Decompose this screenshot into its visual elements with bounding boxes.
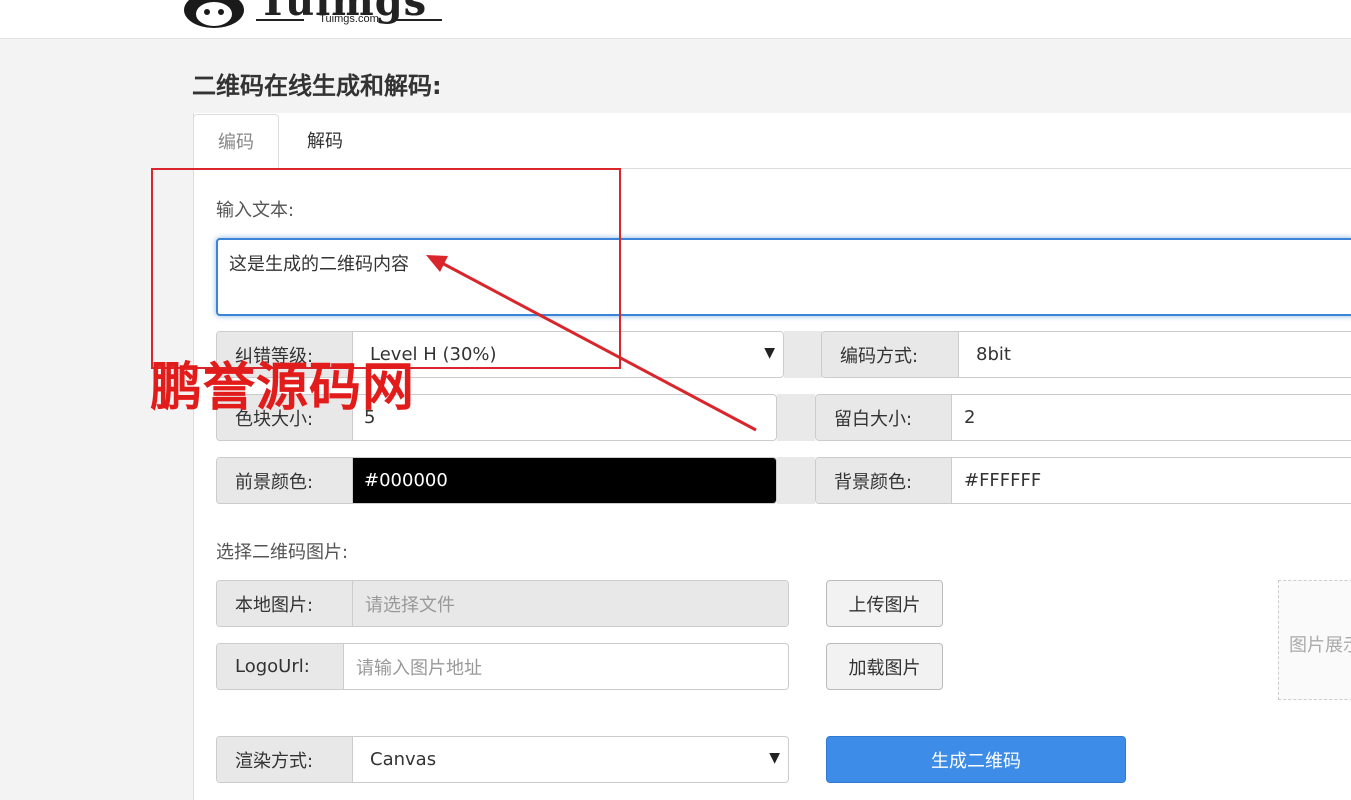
- local-image-label: 本地图片:: [217, 581, 353, 626]
- encoding-select[interactable]: 8bit: [959, 332, 1351, 377]
- render-mode-select[interactable]: Canvas ▼: [353, 737, 788, 782]
- block-size-input[interactable]: 5: [353, 395, 776, 440]
- tab-divider: [193, 168, 1351, 169]
- render-mode-group: 渲染方式: Canvas ▼: [216, 736, 789, 783]
- page-title: 二维码在线生成和解码:: [192, 72, 442, 100]
- error-level-value: Level H (30%): [370, 344, 497, 365]
- tab-decode[interactable]: 解码: [289, 114, 361, 169]
- foreground-color-label: 前景颜色:: [217, 458, 353, 503]
- generate-qr-button[interactable]: 生成二维码: [826, 736, 1126, 783]
- spacer: [777, 394, 815, 441]
- error-level-label: 纠错等级:: [217, 332, 353, 377]
- local-image-group: 本地图片: 请选择文件: [216, 580, 789, 627]
- select-image-label: 选择二维码图片:: [216, 542, 349, 563]
- error-level-group: 纠错等级: Level H (30%) ▼: [216, 331, 784, 378]
- background-color-group: 背景颜色: #FFFFFF: [815, 457, 1351, 504]
- logo-url-input[interactable]: 请输入图片地址: [344, 644, 788, 689]
- image-preview: 图片展示: [1278, 580, 1351, 700]
- top-nav-bar: Tuimgs Tuimgs.com: [0, 0, 1351, 39]
- logo-icon: [184, 0, 244, 28]
- dropdown-arrow-icon: ▼: [764, 345, 775, 361]
- logo-url-group: LogoUrl: 请输入图片地址: [216, 643, 789, 690]
- foreground-color-input[interactable]: #000000: [353, 458, 776, 503]
- render-mode-value: Canvas: [370, 749, 437, 770]
- spacer: [777, 457, 815, 504]
- local-image-input[interactable]: 请选择文件: [353, 581, 788, 626]
- upload-image-button[interactable]: 上传图片: [826, 580, 943, 627]
- encoding-group: 编码方式: 8bit: [821, 331, 1351, 378]
- encoding-label: 编码方式:: [822, 332, 959, 377]
- logo-subtitle: Tuimgs.com: [256, 12, 442, 26]
- input-text-label: 输入文本:: [216, 200, 295, 221]
- block-size-label: 色块大小:: [217, 395, 353, 440]
- margin-label: 留白大小:: [816, 395, 952, 440]
- background-color-input[interactable]: #FFFFFF: [952, 458, 1351, 503]
- foreground-color-group: 前景颜色: #000000: [216, 457, 777, 504]
- logo-url-label: LogoUrl:: [217, 644, 344, 689]
- error-level-select[interactable]: Level H (30%) ▼: [353, 332, 783, 377]
- tab-encode[interactable]: 编码: [193, 114, 279, 169]
- block-size-group: 色块大小: 5: [216, 394, 777, 441]
- margin-group: 留白大小: 2: [815, 394, 1351, 441]
- margin-input[interactable]: 2: [952, 395, 1351, 440]
- content-textarea[interactable]: 这是生成的二维码内容: [216, 238, 1351, 316]
- render-mode-label: 渲染方式:: [217, 737, 353, 782]
- background-color-label: 背景颜色:: [816, 458, 952, 503]
- spacer: [784, 331, 822, 378]
- load-image-button[interactable]: 加载图片: [826, 643, 943, 690]
- dropdown-arrow-icon: ▼: [769, 750, 780, 766]
